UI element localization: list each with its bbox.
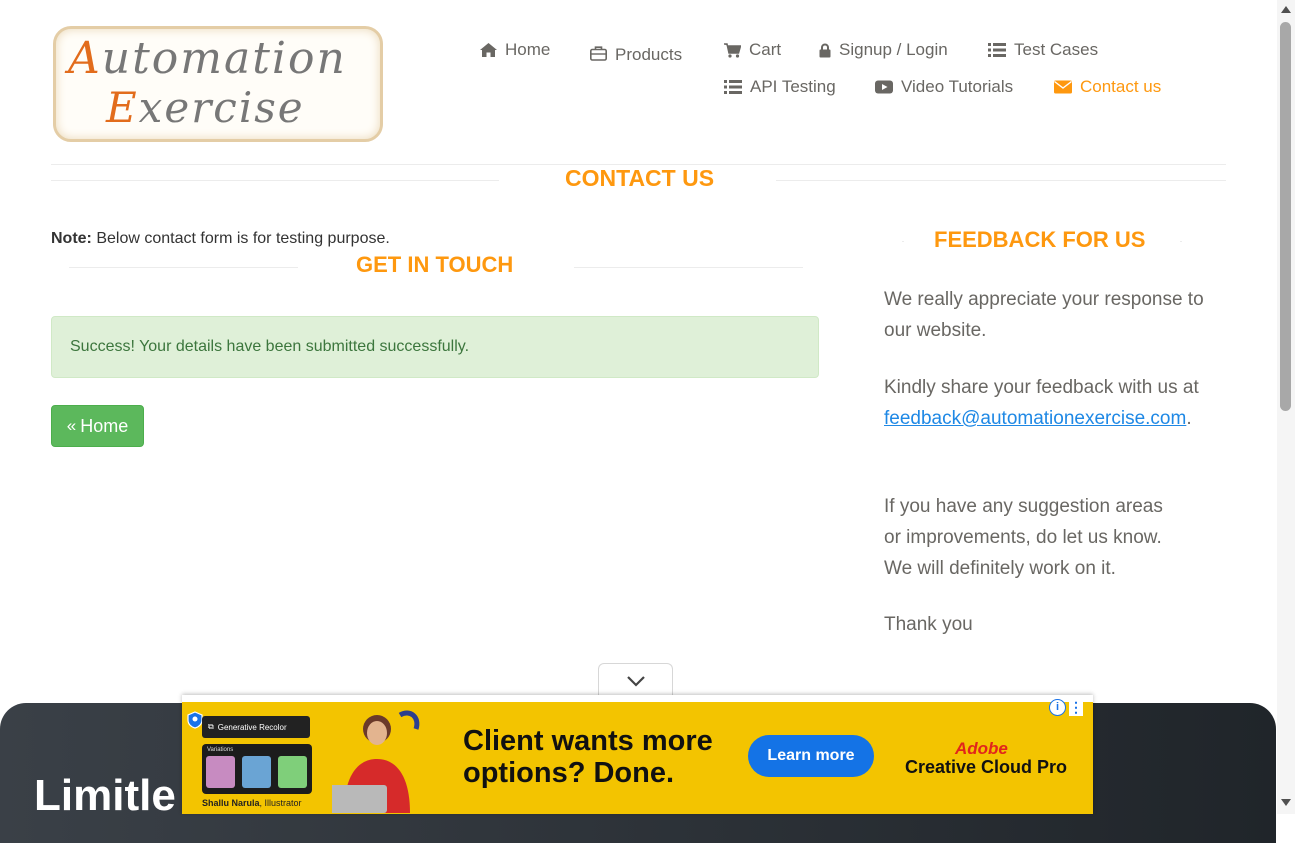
nav-home[interactable]: Home	[480, 40, 550, 60]
ad-variations-panel: Variations	[202, 744, 312, 794]
chevron-down-icon	[626, 676, 645, 687]
list-icon	[988, 43, 1006, 57]
double-chevron-left-icon: «	[66, 416, 77, 435]
title-line-right	[1180, 241, 1182, 242]
nav-products[interactable]: Products	[590, 41, 682, 65]
feedback-paragraph-1: We really appreciate your response to ou…	[884, 289, 1204, 341]
title-line-left	[69, 267, 298, 268]
briefcase-icon	[590, 45, 607, 61]
nav-signup-login[interactable]: Signup / Login	[819, 40, 948, 60]
ad-thumbnail	[278, 756, 307, 788]
more-options-icon[interactable]: ⋮	[1069, 698, 1083, 716]
logo-line-2: Exercise	[106, 83, 305, 132]
nav-products-label: Products	[615, 45, 683, 64]
ad-feature-label: Generative Recolor	[217, 722, 287, 732]
nav-test-cases-label: Test Cases	[1014, 40, 1099, 59]
page-title: CONTACT US	[565, 165, 715, 191]
nav-cart[interactable]: Cart	[724, 40, 781, 60]
scroll-up-arrow-icon[interactable]	[1281, 6, 1291, 13]
site-logo[interactable]: Automation Exercise	[53, 26, 383, 142]
title-line-right	[776, 180, 1226, 181]
external-link-icon: ⧉	[208, 722, 214, 731]
home-button-label: Home	[80, 415, 129, 436]
scroll-down-arrow-icon[interactable]	[1281, 799, 1291, 806]
scrollbar-thumb[interactable]	[1280, 22, 1291, 411]
ad-headline: Client wants more options? Done.	[463, 725, 713, 789]
form-note: Note: Below contact form is for testing …	[51, 230, 390, 248]
feedback-p2-text: Kindly share your feedback with us at	[884, 377, 1199, 398]
success-alert: Success! Your details have been submitte…	[51, 316, 819, 378]
nav-videos-label: Video Tutorials	[901, 77, 1014, 96]
get-in-touch-title: GET IN TOUCH	[356, 252, 514, 277]
info-icon[interactable]: i	[1049, 698, 1066, 716]
ad-collapse-button[interactable]	[598, 663, 673, 698]
ad-illustration	[332, 710, 420, 813]
nav-contact-us[interactable]: Contact us	[1054, 77, 1161, 97]
feedback-paragraph-3: If you have any suggestion areas or impr…	[884, 496, 1163, 579]
feedback-p2-suffix: .	[1186, 408, 1192, 429]
success-message: Success! Your details have been submitte…	[70, 338, 470, 355]
nav-api-label: API Testing	[750, 77, 836, 96]
note-label: Note:	[51, 230, 92, 247]
feedback-paragraph-4: Thank you	[884, 614, 973, 635]
title-line-right	[574, 267, 803, 268]
ad-headline-line-1: Client wants more	[463, 725, 713, 757]
nav-signup-label: Signup / Login	[839, 40, 948, 59]
ad-caption: Shallu Narula, Illustrator	[202, 798, 302, 808]
logo-line-1: Automation	[68, 33, 347, 84]
ad-headline-line-2: options? Done.	[463, 757, 675, 789]
ad-panel-label: Variations	[207, 747, 234, 753]
ad-product-name: Creative Cloud Pro	[905, 757, 1068, 777]
ad-thumbnail	[206, 756, 235, 788]
feedback-paragraph-2: Kindly share your feedback with us at fee…	[884, 372, 1209, 434]
note-text: Below contact form is for testing purpos…	[91, 230, 390, 247]
nav-video-tutorials[interactable]: Video Tutorials	[875, 77, 1013, 97]
nav-api-testing[interactable]: API Testing	[724, 77, 836, 97]
nav-home-label: Home	[505, 40, 551, 59]
lock-icon	[819, 43, 831, 57]
title-line-left	[902, 241, 904, 242]
list-icon	[724, 80, 742, 94]
shield-icon	[187, 711, 203, 729]
advertisement[interactable]: ⧉ Generative Recolor Variations Shallu N…	[182, 695, 1093, 814]
nav-contact-label: Contact us	[1080, 77, 1162, 96]
title-line-left	[51, 180, 499, 181]
ad-info-controls: i ⋮	[1049, 698, 1083, 716]
youtube-play-icon	[875, 80, 893, 94]
home-icon	[480, 43, 497, 57]
nav-cart-label: Cart	[749, 40, 782, 59]
nav-test-cases[interactable]: Test Cases	[988, 40, 1098, 60]
ad-learn-more-button[interactable]: Learn more	[748, 735, 874, 777]
ad-thumbnail	[242, 756, 271, 788]
home-button[interactable]: « Home	[51, 405, 144, 447]
feedback-email-link[interactable]: feedback@automationexercise.com	[884, 408, 1186, 429]
cart-icon	[724, 42, 741, 58]
feedback-title: FEEDBACK FOR US	[934, 227, 1146, 252]
envelope-icon	[1054, 80, 1072, 94]
ad-body: ⧉ Generative Recolor Variations Shallu N…	[182, 702, 1093, 814]
ad-feature-card: ⧉ Generative Recolor	[202, 716, 310, 738]
vertical-scrollbar[interactable]	[1277, 0, 1295, 814]
ad-brand-name: Adobe	[955, 739, 1008, 758]
